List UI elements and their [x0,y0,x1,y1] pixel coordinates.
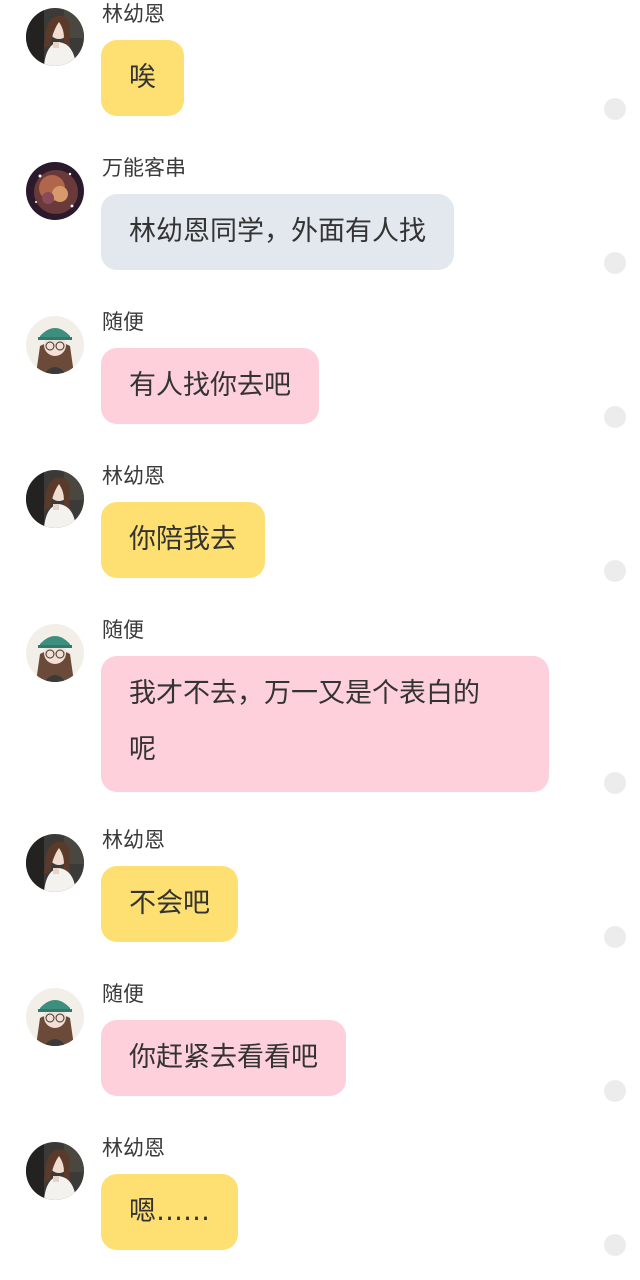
avatar[interactable] [26,624,84,682]
girl-dark-hair-avatar [26,8,84,66]
sender-name: 林幼恩 [102,464,165,488]
sender-name: 万能客串 [102,156,186,180]
message-bubble[interactable]: 我才不去，万一又是个表白的 呢 [101,656,549,792]
sender-name: 林幼恩 [102,828,165,852]
sender-name: 林幼恩 [102,2,165,26]
unread-dot-icon [604,1080,626,1102]
message-bubble[interactable]: 你陪我去 [101,502,265,578]
unread-dot-icon [604,252,626,274]
girl-cap-glasses-avatar [26,624,84,682]
avatar[interactable] [26,162,84,220]
avatar[interactable] [26,834,84,892]
message-text-line: 呢 [129,734,156,765]
message-bubble[interactable]: 嗯…… [101,1174,238,1250]
sender-name: 林幼恩 [102,1136,165,1160]
sender-name: 随便 [102,982,144,1006]
galaxy-avatar [26,162,84,220]
message-bubble[interactable]: 林幼恩同学，外面有人找 [101,194,454,270]
girl-cap-glasses-avatar [26,316,84,374]
message-bubble[interactable]: 唉 [101,40,184,116]
unread-dot-icon [604,926,626,948]
avatar[interactable] [26,988,84,1046]
message-bubble[interactable]: 不会吧 [101,866,238,942]
sender-name: 随便 [102,310,144,334]
message-bubble[interactable]: 有人找你去吧 [101,348,319,424]
sender-name: 随便 [102,618,144,642]
girl-dark-hair-avatar [26,1142,84,1200]
girl-dark-hair-avatar [26,834,84,892]
avatar[interactable] [26,8,84,66]
girl-dark-hair-avatar [26,470,84,528]
unread-dot-icon [604,772,626,794]
unread-dot-icon [604,560,626,582]
avatar[interactable] [26,470,84,528]
unread-dot-icon [604,406,626,428]
girl-cap-glasses-avatar [26,988,84,1046]
unread-dot-icon [604,98,626,120]
unread-dot-icon [604,1234,626,1256]
avatar[interactable] [26,316,84,374]
chat-message-list: 林幼恩 唉 万能客串 林幼恩同学，外面有人找 随便 有人找你去吧 林幼恩 你陪我… [0,0,640,1280]
message-text-line: 我才不去，万一又是个表白的 [129,678,480,709]
avatar[interactable] [26,1142,84,1200]
message-bubble[interactable]: 你赶紧去看看吧 [101,1020,346,1096]
